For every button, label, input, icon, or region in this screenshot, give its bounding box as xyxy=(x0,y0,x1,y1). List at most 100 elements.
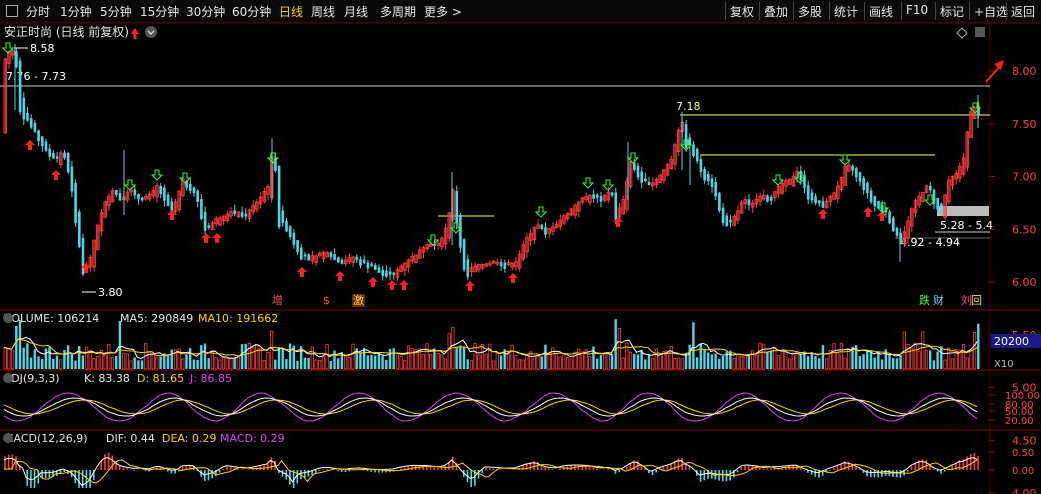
volume-bar xyxy=(762,343,766,370)
volume-bar xyxy=(81,355,85,369)
candle-body xyxy=(359,259,362,266)
volume-bar xyxy=(977,323,980,369)
volume-bar xyxy=(636,354,640,369)
candle-body xyxy=(869,190,873,203)
volume-bar xyxy=(233,357,236,369)
buy-arrow-icon xyxy=(387,280,397,290)
volume-bar xyxy=(74,360,77,369)
volume-bar xyxy=(769,350,773,369)
macd-menu-icon[interactable] xyxy=(3,433,13,443)
event-tag-cai[interactable]: 财 xyxy=(933,293,944,307)
volume-bar xyxy=(825,358,829,370)
candle-body xyxy=(189,183,192,191)
volume-bar xyxy=(573,351,577,370)
event-tag-zeng[interactable]: 增 xyxy=(272,293,283,307)
volume-bar xyxy=(673,358,677,370)
volume-bar xyxy=(821,345,825,369)
candle-body xyxy=(118,193,122,201)
event-tag-dollar[interactable]: $ xyxy=(323,294,330,307)
volume-bar xyxy=(347,357,351,370)
volume-bar xyxy=(710,354,714,369)
expand-circle-icon[interactable] xyxy=(145,26,157,38)
signal-arrows xyxy=(1,42,982,291)
volume-bar xyxy=(644,359,647,369)
price-label: 4.50 xyxy=(1012,434,1037,447)
candle-body xyxy=(592,194,595,199)
volume-bar xyxy=(207,358,210,369)
volume-bar xyxy=(166,355,170,369)
volume-bar xyxy=(185,354,188,369)
event-tag-hui[interactable]: 回 xyxy=(971,294,982,307)
candle-body xyxy=(455,191,458,224)
volume-bar xyxy=(133,357,136,369)
macd-axis-label: 0.00 xyxy=(1012,466,1034,477)
volume-bar xyxy=(718,358,721,369)
volume-bar xyxy=(29,357,33,369)
candle-body xyxy=(33,122,37,132)
volume-bar xyxy=(965,357,969,370)
volume-bar xyxy=(192,359,196,369)
candle-body xyxy=(381,269,384,276)
kdj-k: K: 83.38 xyxy=(84,372,130,385)
candle-body xyxy=(285,220,288,232)
volume-menu-icon[interactable] xyxy=(3,313,13,323)
volume-bar xyxy=(440,354,444,370)
volume-bar xyxy=(969,349,973,370)
volume-bar xyxy=(588,356,592,370)
volume-ma10: MA10: 191662 xyxy=(198,312,278,325)
volume-bar xyxy=(359,352,362,369)
candle-body xyxy=(70,166,74,192)
volume-bar xyxy=(155,356,159,370)
volume-bar xyxy=(200,345,203,369)
candle-body xyxy=(729,220,732,223)
volume-bar xyxy=(751,350,755,370)
window-icon[interactable] xyxy=(975,27,985,37)
volume-bar xyxy=(374,355,377,369)
candle-body xyxy=(714,182,717,197)
volume-bar xyxy=(262,360,266,370)
event-tag-ji[interactable]: 激 xyxy=(353,293,364,307)
volume-bar xyxy=(521,359,525,370)
macd-label: MACD(12,26,9) xyxy=(4,432,88,445)
volume-bar xyxy=(799,354,802,369)
volume-bar xyxy=(118,321,122,369)
volume-bar xyxy=(255,344,259,370)
sell-arrow-icon xyxy=(150,169,164,181)
candle-body xyxy=(37,130,40,142)
volume-bar xyxy=(129,360,133,370)
candle-body xyxy=(688,137,692,146)
candle-body xyxy=(374,264,377,270)
volume-bar xyxy=(395,352,400,370)
volume-bar xyxy=(37,356,40,369)
volume-bar xyxy=(610,353,614,369)
volume-bar xyxy=(688,344,691,369)
volume-bar xyxy=(377,352,381,369)
volume-bar xyxy=(736,353,740,370)
volume-bar xyxy=(285,359,288,369)
volume-bar xyxy=(695,357,699,369)
volume-ma10-line xyxy=(3,338,978,357)
volume-bar xyxy=(85,346,89,370)
volume-bar xyxy=(892,358,895,369)
price-label: 8.00 xyxy=(1012,65,1037,78)
event-tag-die[interactable]: 跌 xyxy=(919,293,930,307)
candle-body xyxy=(888,211,891,224)
candle-body xyxy=(544,227,547,235)
candle-body xyxy=(370,263,373,267)
volume-bar xyxy=(714,353,717,369)
volume-bar xyxy=(795,351,799,370)
candle-body xyxy=(466,259,470,277)
candle-body xyxy=(192,187,196,194)
kdj-j: J: 86.85 xyxy=(189,372,232,385)
candle-body xyxy=(814,196,817,204)
diamond-icon[interactable] xyxy=(956,27,968,39)
candle-body xyxy=(244,213,248,217)
candle-body xyxy=(66,153,70,173)
candle-body xyxy=(599,196,603,202)
volume-bar xyxy=(647,354,651,369)
kline-chart[interactable]: 安正时尚 (日线 前复权) 8.007.507.006.506.005.505.… xyxy=(0,0,1041,494)
candle-body xyxy=(44,141,48,151)
volume-bar xyxy=(473,342,477,370)
volume-axis-value: 20200 xyxy=(994,335,1029,348)
kdj-menu-icon[interactable] xyxy=(3,373,13,383)
